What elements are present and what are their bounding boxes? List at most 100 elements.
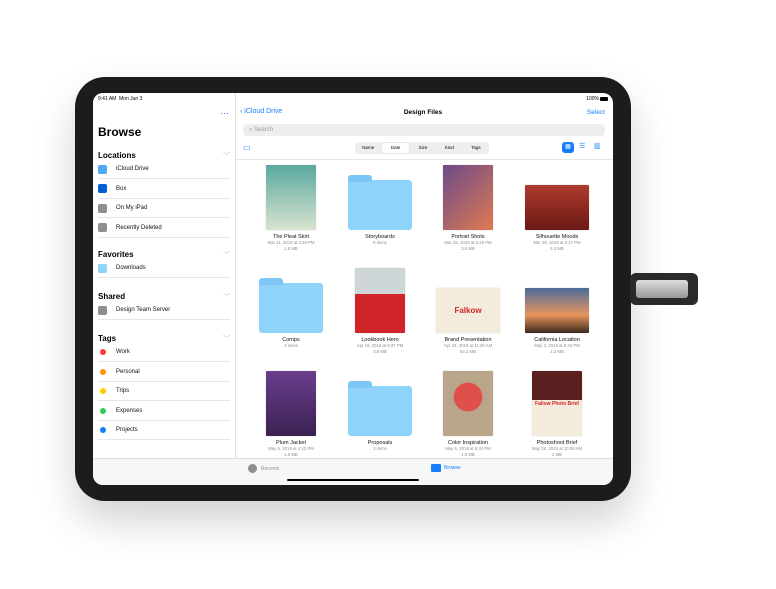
sidebar-item[interactable]: Work xyxy=(98,343,230,362)
sidebar-item-label: Downloads xyxy=(116,265,146,271)
sidebar-item-label: Design Team Server xyxy=(116,307,171,313)
search-input[interactable]: ⌕ Search xyxy=(243,124,605,136)
sidebar-item[interactable]: Expenses xyxy=(98,402,230,421)
file-meta: 4 items xyxy=(284,343,298,348)
select-button[interactable]: Select xyxy=(587,109,605,116)
folder-icon xyxy=(259,278,323,333)
tag-dot-icon xyxy=(100,407,106,414)
thumbnail-label: Falkow xyxy=(454,306,482,315)
sidebar-item[interactable]: On My iPad xyxy=(98,199,230,219)
sidebar-item-label: Box xyxy=(116,185,127,192)
sidebar-item[interactable]: Projects xyxy=(98,421,230,441)
sidebar-item[interactable]: Box xyxy=(98,180,230,199)
tag-dot-icon xyxy=(100,388,106,395)
file-item[interactable]: The Pleat Skirt Mar 11, 2019 at 3:28 PM 2.… xyxy=(247,165,335,251)
file-thumbnail xyxy=(266,371,316,436)
sort-option[interactable]: Name xyxy=(355,142,381,154)
sidebar-item[interactable]: Downloads xyxy=(98,259,230,278)
file-size: 2.6 MB xyxy=(284,245,298,251)
file-thumbnail: Fallow Photo Brief xyxy=(532,371,582,436)
search-placeholder: Search xyxy=(254,127,274,133)
file-size: 54.1 MB xyxy=(459,348,476,354)
section-header: Favorites xyxy=(98,250,134,259)
status-battery: 100% xyxy=(586,96,599,102)
tab-recents-label: Recents xyxy=(261,465,280,472)
file-thumbnail xyxy=(355,268,405,333)
sidebar-item[interactable]: iCloud Drive xyxy=(98,160,230,179)
thumbnail-label: Fallow Photo Brief xyxy=(535,400,579,407)
file-item[interactable]: Falkow Brand Presentation Apr 23, 2019 at … xyxy=(424,268,512,354)
section-shared[interactable]: Shared ﹀ xyxy=(98,292,230,301)
usb-drive xyxy=(630,273,698,305)
tab-recents[interactable]: Recents xyxy=(248,464,279,473)
tag-dot-icon xyxy=(100,349,106,355)
section-favorites[interactable]: Favorites ﹀ xyxy=(98,250,230,259)
page-title: Design Files xyxy=(403,109,443,116)
file-item[interactable]: Comps 4 items xyxy=(247,268,335,349)
file-thumbnail: Falkow xyxy=(436,288,500,333)
sort-option[interactable]: Kind xyxy=(436,142,462,154)
location-icon xyxy=(98,263,107,273)
section-header: Locations xyxy=(98,151,136,160)
new-folder-icon[interactable]: ▭ xyxy=(243,143,251,152)
sidebar-item-label: On My iPad xyxy=(116,205,148,212)
list-view-icon[interactable]: ☰ xyxy=(579,142,585,150)
section-tags[interactable]: Tags ﹀ xyxy=(98,334,230,343)
sidebar-item[interactable]: Recently Deleted xyxy=(98,219,230,238)
file-item[interactable]: Silhouette Moods Mar 28, 2019 at 6:17 PM 5… xyxy=(513,165,601,251)
section-locations[interactable]: Locations ﹀ xyxy=(98,151,230,160)
section-header: Shared xyxy=(98,292,126,301)
sidebar-item[interactable]: Design Team Server xyxy=(98,301,230,320)
sidebar-item-label: Work xyxy=(116,349,130,355)
sidebar-item-label: Personal xyxy=(116,368,140,375)
file-size: 3.5 MB xyxy=(461,245,475,251)
sidebar-item-label: Expenses xyxy=(116,407,143,414)
location-icon xyxy=(98,223,107,233)
file-size: 2 MB xyxy=(551,451,563,457)
sidebar: ⋯ Browse Locations ﹀ iCloud Drive Box On My … xyxy=(93,93,236,458)
file-item[interactable]: Plum Jacket May 5, 2019 at 4:22 PM 1.6 MB xyxy=(247,371,335,457)
file-item[interactable]: Portrait Shots Mar 28, 2019 at 5:25 PM 3.5… xyxy=(424,165,512,251)
status-time: 9:41 AM xyxy=(98,96,117,102)
location-icon xyxy=(98,305,107,315)
home-indicator xyxy=(287,479,419,481)
file-size: 1.6 MB xyxy=(284,451,298,457)
file-thumbnail xyxy=(266,165,316,230)
sidebar-item-label: Trips xyxy=(116,388,130,395)
sort-option[interactable]: Date xyxy=(382,143,409,153)
section-header: Tags xyxy=(98,334,117,343)
sidebar-item-label: Recently Deleted xyxy=(116,224,162,231)
file-item[interactable]: California Location May 3, 2019 at 8:42 P… xyxy=(513,268,601,354)
sidebar-item-label: iCloud Drive xyxy=(116,166,149,172)
file-item[interactable]: Fallow Photo Brief Photoshoot Brief May 28… xyxy=(513,371,601,457)
file-item[interactable]: Color Inspiration May 6, 2019 at 5:34 PM 1… xyxy=(424,371,512,457)
sort-option[interactable]: Size xyxy=(410,142,436,154)
back-button[interactable]: ‹ iCloud Drive xyxy=(240,108,282,115)
divider xyxy=(236,159,613,160)
sidebar-title: Browse xyxy=(98,125,142,139)
files-app: ⋯ Browse Locations ﹀ iCloud Drive Box On My … xyxy=(93,93,613,485)
sidebar-item-label: Projects xyxy=(116,427,138,434)
file-item[interactable]: Lookbook Hero Apr 19, 2019 at 9:37 PM 3.8 … xyxy=(336,268,424,354)
file-item[interactable]: Storyboards 8 items xyxy=(336,165,424,246)
tab-browse[interactable]: Browse xyxy=(431,464,461,472)
file-size: 3.8 MB xyxy=(373,348,387,354)
more-icon[interactable]: ⋯ xyxy=(220,108,229,119)
sidebar-item[interactable]: Trips xyxy=(98,382,230,402)
location-icon xyxy=(98,203,107,213)
grid-view-icon[interactable]: ▦ xyxy=(562,142,574,153)
sort-option[interactable]: Tags xyxy=(463,142,489,154)
tag-dot-icon xyxy=(100,368,106,375)
location-icon xyxy=(98,184,107,194)
tab-browse-label: Browse xyxy=(444,465,461,471)
tab-bar: Recents Browse xyxy=(93,458,613,485)
battery-icon xyxy=(600,97,608,101)
sort-control: Name Date Size Kind Tags xyxy=(355,142,489,154)
file-item[interactable]: Proposals 3 items xyxy=(336,371,424,452)
location-icon xyxy=(98,164,107,174)
sidebar-item[interactable]: Personal xyxy=(98,363,230,382)
file-size: 2.3 MB xyxy=(550,348,564,354)
folder-icon xyxy=(348,175,412,230)
column-view-icon[interactable]: ▥ xyxy=(594,142,601,150)
file-thumbnail xyxy=(443,165,493,230)
